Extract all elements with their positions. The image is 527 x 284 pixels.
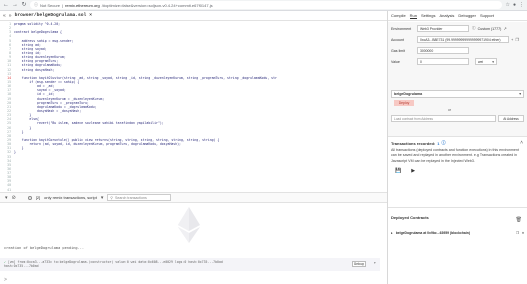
code-text: contract belgeDogrulama { bbox=[14, 30, 62, 35]
at-address-button[interactable]: At Address bbox=[498, 115, 524, 122]
gas-limit-input[interactable]: 3000000 bbox=[417, 47, 469, 54]
security-label: Not Secure bbox=[40, 2, 61, 8]
panel-tabs: Compile Run Settings Analysis Debugger Suppor… bbox=[388, 11, 527, 21]
info-icon: ⓘ bbox=[441, 140, 446, 145]
search-transactions[interactable]: ⚲ Search transactions bbox=[107, 194, 172, 201]
external-link-icon[interactable]: ↗ bbox=[503, 26, 506, 31]
run-settings: Environment Web3 Provider ⓘ Custom (1777… bbox=[388, 22, 527, 136]
search-placeholder: Search transactions bbox=[115, 195, 147, 200]
terminal-output: creation of belgeDogrulama pending... ✓ … bbox=[0, 203, 387, 284]
url-host: remix.ethereum.org bbox=[65, 2, 100, 8]
recorded-actions: 💾 ▶ bbox=[391, 168, 524, 174]
url-path: /#optimize=false&version=soljson-v0.4.24… bbox=[101, 2, 213, 8]
tab-run[interactable]: Run bbox=[409, 13, 418, 19]
gas-limit-row: Gas limit 3000000 bbox=[391, 47, 469, 54]
tab-debugger[interactable]: Debugger bbox=[458, 13, 476, 18]
close-icon[interactable]: × bbox=[522, 231, 524, 235]
custom-network-label: Custom (1777) bbox=[477, 26, 502, 31]
transaction-hash: hash:0x735...7b0ad bbox=[4, 264, 39, 269]
environment-select[interactable]: Web3 Provider bbox=[417, 25, 469, 32]
left-arrow-icon[interactable]: « bbox=[3, 13, 6, 19]
listen-label: only remix transactions, script bbox=[44, 195, 97, 200]
profile-icon[interactable]: ● bbox=[513, 2, 516, 8]
reload-icon[interactable]: ↻ bbox=[21, 2, 27, 8]
value-label: Value bbox=[391, 59, 400, 64]
code-editor[interactable]: 1 pragma solidity ^0.4.20; 2 3 contract belg… bbox=[0, 22, 387, 200]
recorded-title: Transactions recorded: bbox=[391, 140, 436, 146]
account-label: Account bbox=[391, 37, 404, 42]
debug-button[interactable]: Debug bbox=[352, 261, 366, 267]
transaction-counter: [2] bbox=[35, 195, 41, 200]
deploy-button[interactable]: Deploy bbox=[394, 100, 414, 106]
info-icon: ⓘ bbox=[34, 2, 38, 7]
tab-analysis[interactable]: Analysis bbox=[439, 13, 454, 18]
listen-checkbox[interactable] bbox=[27, 195, 32, 200]
value-row: Value 0 wei ▾ bbox=[391, 58, 497, 65]
instance-label: belgeDogrulama at 0x9bc...63959 (blockch… bbox=[395, 231, 470, 235]
transactions-recorded: Transactions recorded: 1 ⓘ ˄ All transac… bbox=[388, 136, 527, 204]
deployed-title: Deployed Contracts bbox=[391, 215, 429, 220]
contract-select[interactable]: belgeDogrulama ▾ bbox=[391, 90, 524, 98]
browser-actions: ☆ ● ⋮ bbox=[505, 2, 524, 8]
chevron-down-icon[interactable]: ▾ bbox=[374, 260, 376, 265]
chevron-up-icon[interactable]: ˄ bbox=[520, 140, 523, 146]
code-text: } bbox=[14, 150, 16, 155]
chevron-down-icon: ▾ bbox=[492, 59, 494, 64]
chevron-down-icon[interactable]: ▾ bbox=[101, 195, 104, 201]
ethereum-logo-icon bbox=[178, 207, 200, 243]
collapse-icon[interactable]: ▾ bbox=[5, 195, 8, 201]
star-icon[interactable]: ☆ bbox=[505, 2, 509, 8]
value-unit-select[interactable]: wei ▾ bbox=[475, 58, 497, 65]
or-label: or bbox=[448, 108, 452, 112]
code-text: string dosyaHash; bbox=[14, 67, 55, 72]
right-arrow-icon[interactable]: » bbox=[9, 13, 12, 19]
terminal-toolbar: ▾ ⊘ [2] only remix transactions, script … bbox=[0, 192, 387, 203]
at-address-input[interactable]: Load contract from Address bbox=[391, 115, 496, 122]
close-icon[interactable]: × bbox=[89, 13, 92, 18]
run-panel: Compile Run Settings Analysis Debugger Suppor… bbox=[388, 11, 527, 284]
tab-settings[interactable]: Settings bbox=[421, 13, 435, 18]
code-text: pragma solidity ^0.4.20; bbox=[14, 22, 61, 26]
tab-support[interactable]: Support bbox=[480, 13, 494, 18]
clear-icon[interactable]: ⊘ bbox=[12, 195, 16, 201]
pending-message: creation of belgeDogrulama pending... bbox=[4, 246, 85, 250]
copy-icon[interactable]: ❐ bbox=[515, 37, 519, 42]
transaction-log[interactable]: ✓ [vm] from:0xca3...a733c to:belgeDogrul… bbox=[0, 258, 380, 271]
terminal-prompt[interactable]: > bbox=[4, 277, 7, 283]
environment-label: Environment bbox=[391, 26, 412, 31]
info-icon: ⓘ bbox=[472, 26, 476, 30]
deployed-contracts: Deployed Contracts 🗑 ▸ belgeDogrulama at… bbox=[388, 207, 527, 284]
browser-toolbar: ← → ↻ ⓘ Not Secure | remix.ethereum.org /… bbox=[0, 0, 527, 11]
back-icon[interactable]: ← bbox=[3, 2, 9, 8]
file-tab-label: browser/belgeDogrulama.sol bbox=[14, 13, 87, 18]
chevron-down-icon: ▾ bbox=[519, 92, 521, 96]
chevron-right-icon[interactable]: ▸ bbox=[391, 231, 393, 235]
code-text: revert("Bu islem, sadece sozlesme sahibi… bbox=[14, 121, 164, 126]
address-bar[interactable]: ⓘ Not Secure | remix.ethereum.org/#optim… bbox=[30, 1, 503, 9]
copy-icon[interactable]: ❐ bbox=[516, 231, 519, 235]
recorded-count-badge: 1 bbox=[437, 140, 440, 146]
file-tab[interactable]: browser/belgeDogrulama.sol × bbox=[15, 13, 92, 18]
trash-icon[interactable]: 🗑 bbox=[516, 217, 522, 223]
code-text: return (ad, soyad, id, duzenleyenKurum, … bbox=[14, 142, 181, 147]
gas-limit-label: Gas limit bbox=[391, 48, 405, 53]
account-select[interactable]: 0xcA3...B8E731 (99.999999999999999971904… bbox=[417, 36, 509, 43]
recorded-description: All transactions (deployed contracts and… bbox=[391, 148, 519, 163]
search-icon: ⚲ bbox=[110, 195, 114, 200]
code-text: } bbox=[14, 129, 24, 134]
environment-row: Environment Web3 Provider ⓘ Custom (1777… bbox=[391, 25, 507, 32]
add-icon[interactable]: + bbox=[511, 37, 513, 42]
tab-compile[interactable]: Compile bbox=[391, 13, 406, 18]
save-icon[interactable]: 💾 bbox=[395, 168, 401, 174]
account-row: Account 0xcA3...B8E731 (99.9999999999999… bbox=[391, 36, 519, 43]
contract-instance[interactable]: ▸ belgeDogrulama at 0x9bc...63959 (block… bbox=[391, 228, 524, 238]
value-input[interactable]: 0 bbox=[417, 58, 469, 65]
forward-icon[interactable]: → bbox=[12, 2, 18, 8]
editor-tabbar: « » browser/belgeDogrulama.sol × bbox=[0, 11, 387, 21]
transaction-details: [vm] from:0xca3...a733c to:belgeDogrulam… bbox=[7, 260, 223, 264]
play-icon[interactable]: ▶ bbox=[411, 168, 415, 174]
menu-icon[interactable]: ⋮ bbox=[519, 2, 524, 8]
